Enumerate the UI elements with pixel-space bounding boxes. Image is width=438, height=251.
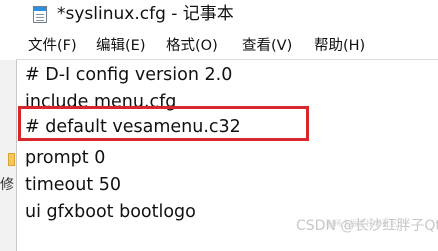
menu-file[interactable]: 文件(F) [28, 36, 77, 56]
editor-line: timeout 50 [25, 175, 122, 195]
side-panel-strip: 修 [0, 60, 16, 251]
notepad-icon [33, 6, 47, 23]
menu-edit[interactable]: 编辑(E) [96, 36, 145, 56]
csdn-watermark: CSDN @长沙红胖子Qt [296, 218, 438, 234]
side-panel-text: 修 [0, 177, 14, 193]
menu-help[interactable]: 帮助(H) [314, 36, 365, 56]
menu-format[interactable]: 格式(O) [166, 36, 218, 56]
annotation-highlight-box [18, 106, 309, 141]
title-bar[interactable]: *syslinux.cfg - 记事本 [0, 0, 438, 32]
editor-line: ui gfxboot bootlogo [25, 202, 196, 222]
menu-bar: 文件(F) 编辑(E) 格式(O) 查看(V) 帮助(H) [0, 32, 438, 59]
window-title: *syslinux.cfg - 记事本 [57, 4, 234, 24]
folder-icon [8, 153, 15, 166]
editor-line: # D-I config version 2.0 [25, 65, 233, 85]
editor-line: prompt 0 [25, 148, 106, 168]
notepad-window: *syslinux.cfg - 记事本 文件(F) 编辑(E) 格式(O) 查看… [0, 0, 438, 251]
menu-view[interactable]: 查看(V) [242, 36, 292, 56]
